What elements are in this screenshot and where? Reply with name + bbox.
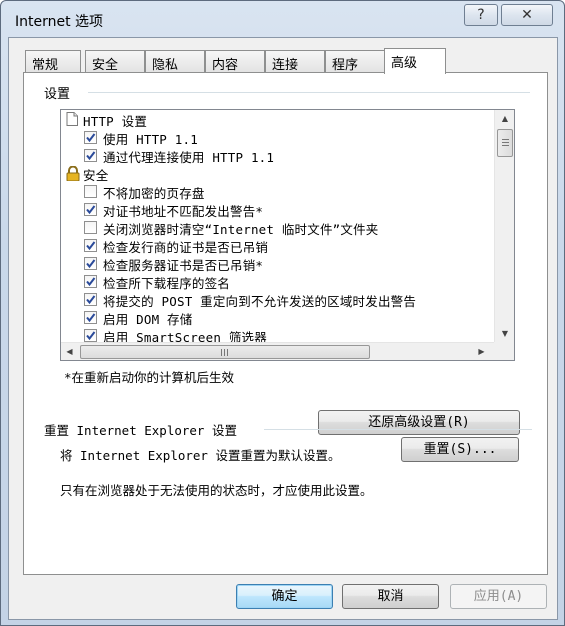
lock-icon: [66, 165, 80, 182]
checkbox-unchecked[interactable]: [84, 221, 97, 234]
reset-description: 将 Internet Explorer 设置重置为默认设置。: [60, 448, 341, 463]
tab-programs[interactable]: 程序: [325, 50, 385, 73]
tab-label: 内容: [212, 58, 239, 73]
tab-label: 程序: [332, 58, 359, 73]
check-icon: [86, 295, 96, 305]
settings-list: HTTP 设置 使用 HTTP 1.1 通过代理连接使用 HTTP 1.1 安全 不将加…: [61, 110, 494, 342]
vertical-scroll-thumb[interactable]: [497, 129, 513, 157]
scroll-down-icon[interactable]: ▼: [495, 325, 514, 342]
checkbox-checked[interactable]: [84, 257, 97, 270]
tab-advanced[interactable]: 高级: [384, 48, 446, 74]
checkbox-checked[interactable]: [84, 203, 97, 216]
checkbox-unchecked[interactable]: [84, 185, 97, 198]
settings-tree[interactable]: HTTP 设置 使用 HTTP 1.1 通过代理连接使用 HTTP 1.1 安全 不将加…: [60, 109, 515, 361]
restore-advanced-settings-button[interactable]: 还原高级设置(R): [318, 410, 520, 435]
check-icon: [86, 241, 96, 251]
help-icon: ?: [477, 7, 485, 23]
settings-category: 安全: [61, 164, 494, 183]
checkbox-checked[interactable]: [84, 239, 97, 252]
advanced-tab-panel: 设置 HTTP 设置 使用 HTTP 1.1 通过代理连接使用 HTTP 1.1 安全…: [23, 72, 548, 575]
divider: [264, 429, 532, 430]
tab-security[interactable]: 安全: [85, 50, 145, 73]
settings-option-label: 启用 SmartScreen 筛选器: [103, 330, 267, 342]
tab-label: 连接: [272, 58, 299, 73]
checkbox-checked[interactable]: [84, 149, 97, 162]
scrollbar-corner: [494, 342, 514, 360]
checkbox-checked[interactable]: [84, 293, 97, 306]
close-button[interactable]: ✕: [501, 4, 553, 26]
settings-option[interactable]: 启用 SmartScreen 筛选器: [61, 326, 494, 342]
tab-privacy[interactable]: 隐私: [145, 50, 205, 73]
tab-content[interactable]: 内容: [205, 50, 265, 73]
scroll-up-icon[interactable]: ▲: [495, 110, 514, 127]
settings-category: HTTP 设置: [61, 110, 494, 129]
check-icon: [86, 277, 96, 287]
tab-connections[interactable]: 连接: [265, 50, 325, 73]
window-title: Internet 选项: [15, 14, 104, 30]
check-icon: [86, 259, 96, 269]
vertical-scrollbar[interactable]: ▲ ▼: [494, 110, 514, 342]
checkbox-checked[interactable]: [84, 329, 97, 342]
scroll-right-icon[interactable]: ▶: [473, 343, 490, 360]
reset-group-label: 重置 Internet Explorer 设置: [44, 423, 237, 438]
apply-button[interactable]: 应用(A): [450, 584, 547, 609]
settings-option[interactable]: 检查发行商的证书是否已吊销: [61, 236, 494, 255]
check-icon: [86, 133, 96, 143]
checkbox-checked[interactable]: [84, 275, 97, 288]
check-icon: [86, 151, 96, 161]
cancel-button[interactable]: 取消: [342, 584, 439, 609]
settings-option[interactable]: 启用 DOM 存储: [61, 308, 494, 327]
checkbox-checked[interactable]: [84, 311, 97, 324]
reset-button[interactable]: 重置(S)...: [401, 437, 519, 462]
page-icon: [66, 112, 78, 126]
check-icon: [86, 205, 96, 215]
check-icon: [86, 313, 96, 323]
reset-warning: 只有在浏览器处于无法使用的状态时，才应使用此设置。: [60, 483, 373, 498]
settings-option[interactable]: 检查服务器证书是否已吊销*: [61, 254, 494, 273]
settings-option[interactable]: 将提交的 POST 重定向到不允许发送的区域时发出警告: [61, 290, 494, 309]
check-icon: [86, 331, 96, 341]
settings-group-label: 设置: [44, 87, 71, 102]
close-icon: ✕: [521, 7, 533, 23]
settings-option[interactable]: 对证书地址不匹配发出警告*: [61, 200, 494, 219]
tab-label: 常规: [32, 58, 59, 73]
internet-options-dialog: Internet 选项 ? ✕ 常规 安全 隐私 内容 连接 程序 高级 设置 …: [0, 0, 565, 626]
tab-label: 隐私: [152, 58, 179, 73]
tab-label: 高级: [391, 56, 418, 71]
restart-note: *在重新启动你的计算机后生效: [64, 370, 235, 385]
tab-general[interactable]: 常规: [25, 50, 81, 73]
help-button[interactable]: ?: [464, 4, 498, 26]
settings-option[interactable]: 关闭浏览器时清空“Internet 临时文件”文件夹: [61, 218, 494, 237]
settings-option[interactable]: 通过代理连接使用 HTTP 1.1: [61, 146, 494, 165]
scroll-left-icon[interactable]: ◀: [61, 343, 78, 360]
settings-option[interactable]: 使用 HTTP 1.1: [61, 128, 494, 147]
ok-button[interactable]: 确定: [236, 584, 333, 609]
divider: [88, 92, 530, 93]
dialog-body: 常规 安全 隐私 内容 连接 程序 高级 设置 HTTP 设置 使用 HTTP 1…: [8, 37, 558, 620]
title-bar: Internet 选项 ? ✕: [1, 1, 564, 37]
settings-option[interactable]: 检查所下载程序的签名: [61, 272, 494, 291]
settings-option[interactable]: 不将加密的页存盘: [61, 182, 494, 201]
tab-label: 安全: [92, 58, 119, 73]
checkbox-checked[interactable]: [84, 131, 97, 144]
horizontal-scroll-thumb[interactable]: [80, 345, 370, 359]
horizontal-scrollbar[interactable]: ◀ ▶: [61, 342, 494, 360]
